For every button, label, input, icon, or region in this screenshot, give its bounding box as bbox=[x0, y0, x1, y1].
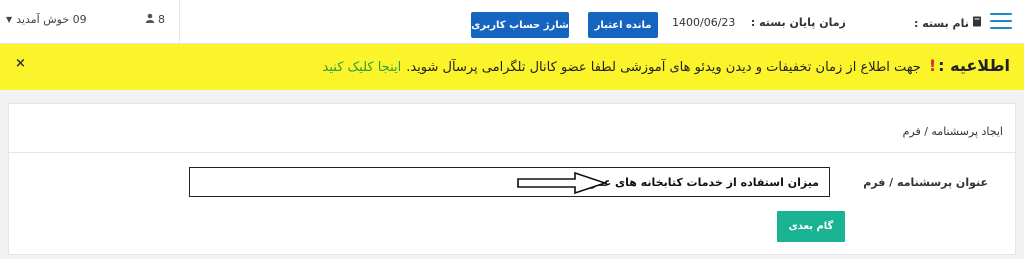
form-title-input[interactable] bbox=[189, 167, 830, 197]
charge-account-button[interactable]: شارژ حساب کاربری bbox=[471, 12, 569, 38]
form-title-label: عنوان پرسشنامه / فرم bbox=[863, 176, 988, 189]
book-icon bbox=[972, 16, 982, 30]
notice-text: اطلاعیه : ! جهت اطلاع از زمان تخفیفات و … bbox=[323, 56, 1010, 75]
online-users-indicator: 8 bbox=[145, 13, 165, 26]
user-menu-dropdown[interactable]: 09 خوش آمدید ▼ bbox=[6, 13, 87, 26]
divider bbox=[9, 152, 1015, 153]
telegram-link[interactable]: اینجا کلیک کنید bbox=[323, 60, 402, 75]
notice-title: اطلاعیه : bbox=[938, 56, 1010, 75]
welcome-text: 09 خوش آمدید bbox=[16, 13, 87, 26]
form-card: ایجاد پرسشنامه / فرم عنوان پرسشنامه / فر… bbox=[8, 103, 1016, 255]
package-label: نام بسته : bbox=[914, 16, 969, 30]
breadcrumb: ایجاد پرسشنامه / فرم bbox=[902, 125, 1003, 138]
hamburger-icon[interactable] bbox=[990, 13, 1012, 31]
remaining-credit-button[interactable]: مانده اعتبار bbox=[588, 12, 658, 38]
notice-message: جهت اطلاع از زمان تخفیفات و دیدن ویدئو ه… bbox=[406, 60, 921, 75]
user-count: 8 bbox=[158, 13, 165, 26]
top-navbar: 09 خوش آمدید ▼ 8 شارژ حساب کاربری مانده … bbox=[0, 0, 1024, 44]
caret-down-icon: ▼ bbox=[6, 15, 13, 24]
user-area: 09 خوش آمدید ▼ 8 bbox=[0, 0, 180, 44]
next-step-button[interactable]: گام بعدی bbox=[777, 211, 845, 242]
end-date-label: زمان پایان بسته : bbox=[750, 16, 846, 29]
exclamation-icon: ! bbox=[928, 56, 937, 75]
user-icon bbox=[145, 13, 155, 26]
notice-bar: × اطلاعیه : ! جهت اطلاع از زمان تخفیفات … bbox=[0, 44, 1024, 90]
end-date-value: 1400/06/23 bbox=[672, 16, 736, 29]
package-name: نام بسته : bbox=[914, 16, 982, 30]
close-icon[interactable]: × bbox=[15, 56, 26, 71]
package-end-date: زمان پایان بسته : 1400/06/23 bbox=[672, 16, 846, 29]
